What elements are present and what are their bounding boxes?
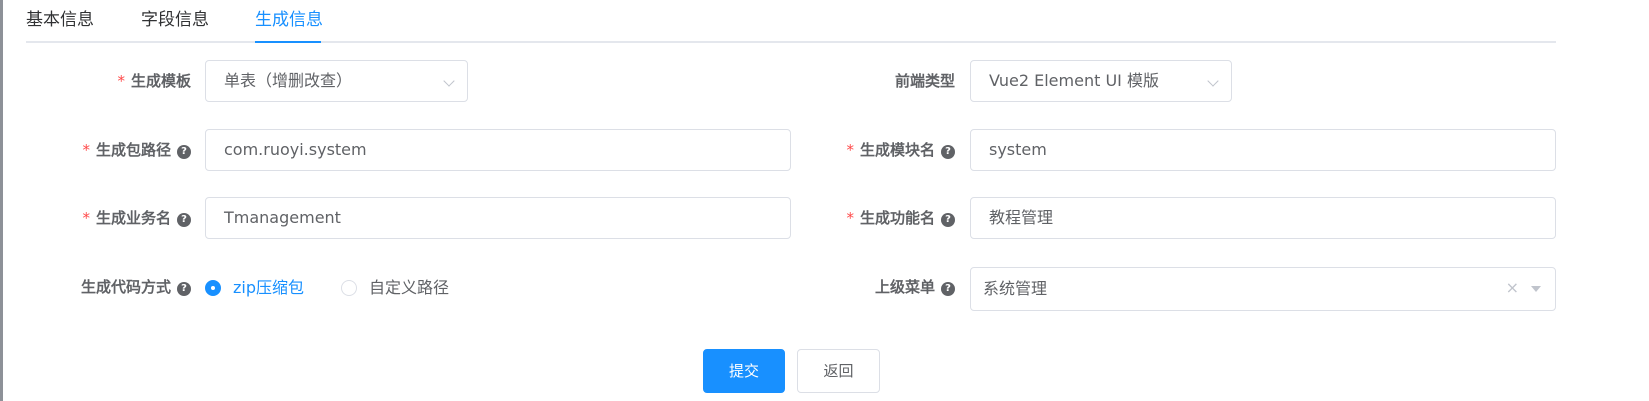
question-circle-icon[interactable]: ? — [941, 213, 955, 227]
radio-dot[interactable] — [341, 280, 357, 296]
back-button[interactable]: 返回 — [797, 349, 880, 393]
module-name-label: * 生成模块名? — [846, 140, 955, 160]
parent-menu-label: 上级菜单? — [875, 277, 955, 297]
clear-icon[interactable]: × — [1506, 278, 1519, 298]
template-value: 单表（增删改查） — [224, 71, 353, 90]
function-name-label: * 生成功能名? — [846, 208, 955, 228]
template-select[interactable]: 单表（增删改查） — [205, 60, 468, 102]
question-circle-icon[interactable]: ? — [177, 213, 191, 227]
question-circle-icon[interactable]: ? — [177, 145, 191, 159]
template-label: * 生成模板 — [117, 72, 191, 90]
function-name-input[interactable]: 教程管理 — [970, 197, 1556, 239]
required-mark: * — [117, 72, 125, 90]
tab-field-info[interactable]: 字段信息 — [141, 8, 209, 32]
radio-dot[interactable] — [205, 280, 221, 296]
question-circle-icon[interactable]: ? — [177, 282, 191, 296]
parent-menu-value: 系统管理 — [983, 279, 1048, 298]
frontend-type-value: Vue2 Element UI 模版 — [989, 71, 1159, 90]
tab-active-indicator — [255, 41, 321, 43]
business-name-input[interactable]: Tmanagement — [205, 197, 791, 239]
question-circle-icon[interactable]: ? — [941, 282, 955, 296]
chevron-down-icon — [443, 75, 455, 87]
frontend-type-label: 前端类型 — [894, 72, 955, 90]
module-name-input[interactable]: system — [970, 129, 1556, 171]
chevron-down-icon — [1207, 75, 1219, 87]
submit-button[interactable]: 提交 — [703, 349, 785, 393]
frontend-type-select[interactable]: Vue2 Element UI 模版 — [970, 60, 1232, 102]
tab-bar: 基本信息 字段信息 生成信息 — [26, 0, 1556, 44]
window-edge — [0, 0, 3, 401]
caret-down-icon[interactable] — [1531, 286, 1541, 292]
tab-gen-info[interactable]: 生成信息 — [255, 8, 323, 32]
business-name-label: * 生成业务名? — [82, 208, 191, 228]
package-path-input[interactable]: com.ruoyi.system — [205, 129, 791, 171]
question-circle-icon[interactable]: ? — [941, 145, 955, 159]
tab-basic-info[interactable]: 基本信息 — [26, 8, 94, 32]
package-path-label: * 生成包路径? — [82, 140, 191, 160]
parent-menu-treeselect[interactable]: 系统管理 × — [970, 267, 1556, 311]
gen-type-label: 生成代码方式? — [81, 277, 191, 297]
